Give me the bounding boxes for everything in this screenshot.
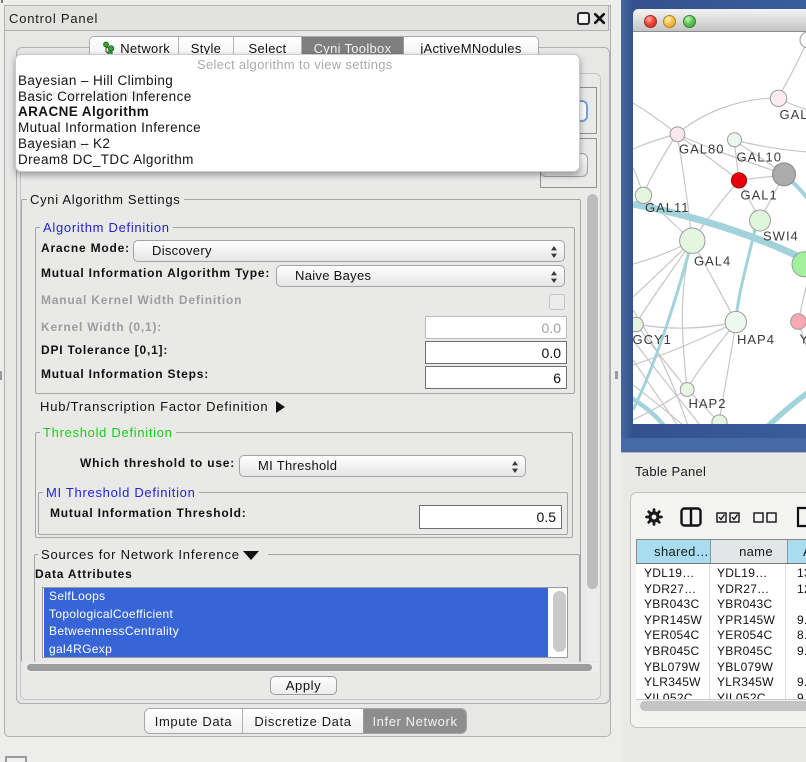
svg-text:HAP4: HAP4 bbox=[737, 332, 775, 347]
svg-text:HAP2: HAP2 bbox=[689, 396, 727, 411]
svg-text:GAL4: GAL4 bbox=[694, 254, 731, 269]
svg-text:GAL11: GAL11 bbox=[645, 200, 690, 215]
svg-text:GAL80: GAL80 bbox=[679, 142, 724, 157]
svg-text:GAL1: GAL1 bbox=[741, 187, 778, 202]
svg-text:YEL: YEL bbox=[800, 332, 806, 347]
svg-text:GCY1: GCY1 bbox=[633, 332, 672, 347]
svg-text:GAL2: GAL2 bbox=[780, 107, 806, 122]
svg-text:SWI4: SWI4 bbox=[763, 229, 799, 244]
svg-text:GAL10: GAL10 bbox=[737, 150, 782, 165]
